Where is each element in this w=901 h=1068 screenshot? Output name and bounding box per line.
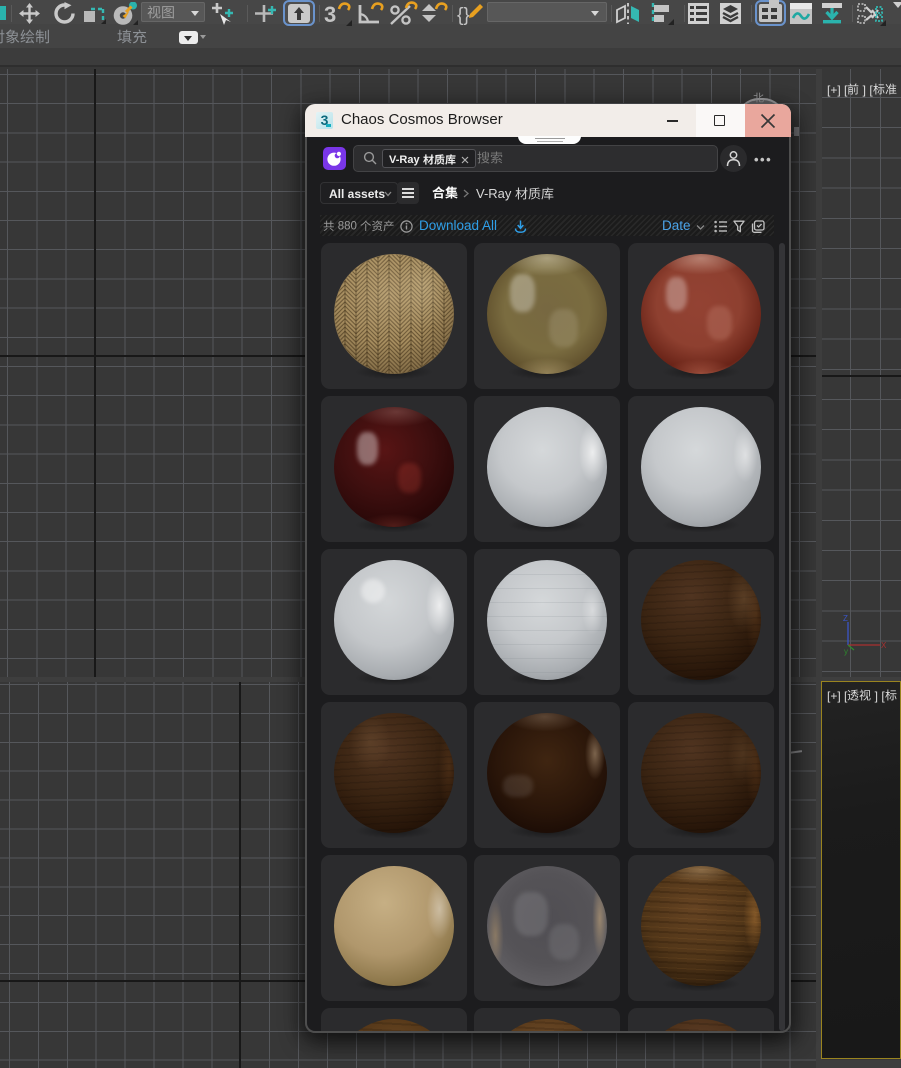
svg-text:{}: {}	[457, 5, 470, 26]
svg-text:X: X	[881, 641, 887, 650]
svg-text:y: y	[844, 647, 848, 656]
svg-text:Z: Z	[843, 614, 848, 623]
svg-text:3: 3	[324, 2, 336, 26]
